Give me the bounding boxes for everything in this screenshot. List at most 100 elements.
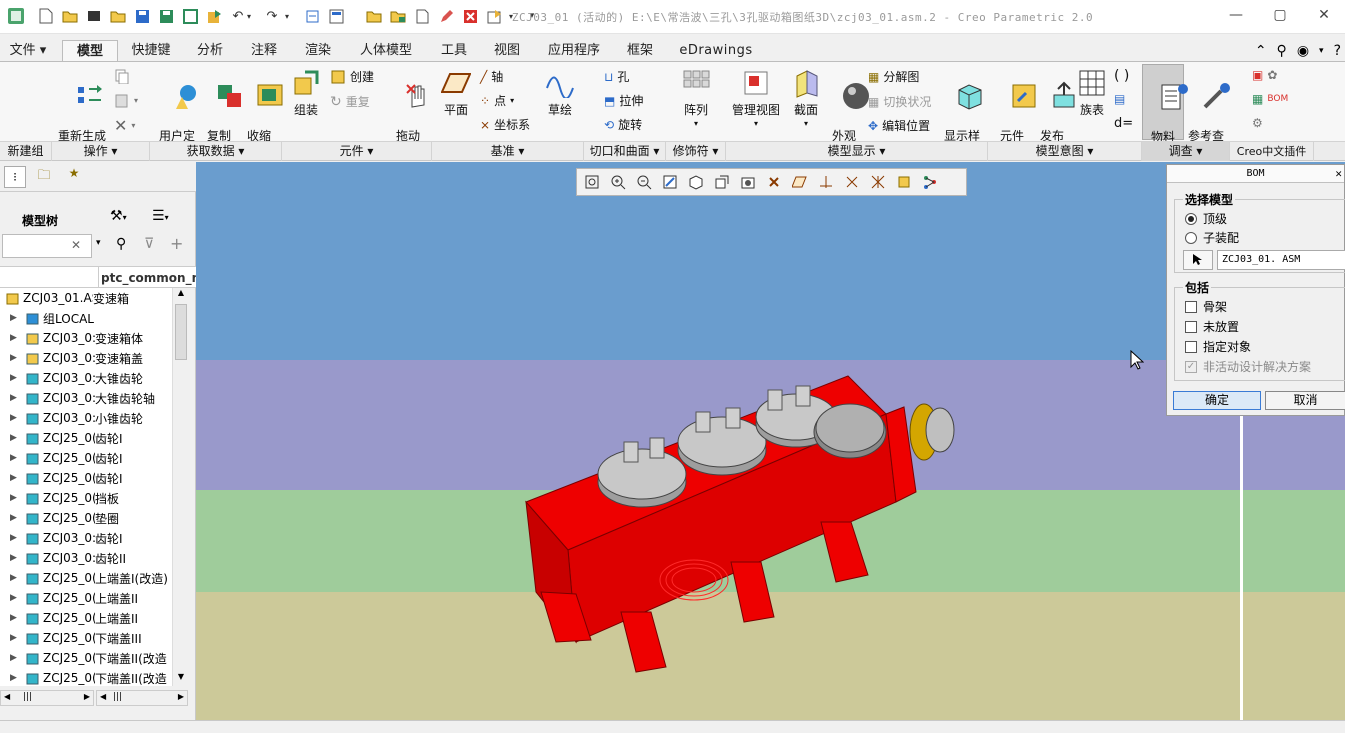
close-button[interactable]: ✕: [1302, 0, 1345, 30]
expand-arrow-icon[interactable]: ▶: [10, 333, 20, 343]
expand-arrow-icon[interactable]: ▶: [10, 673, 20, 683]
group-datum[interactable]: 基准 ▾: [432, 142, 584, 161]
help-icon[interactable]: ?: [1334, 43, 1341, 59]
community-icon[interactable]: ◉: [1297, 43, 1309, 59]
axis-button[interactable]: ╱ 轴: [480, 68, 503, 85]
expand-arrow-icon[interactable]: ▶: [10, 453, 20, 463]
model-name-field[interactable]: ZCJ03_01. ASM: [1217, 250, 1345, 270]
scroll-up-icon[interactable]: ▲: [173, 288, 189, 302]
zoom-in-icon[interactable]: [606, 171, 629, 193]
zoom-out-icon[interactable]: [632, 171, 655, 193]
toggle-status-button[interactable]: ▦ 切换状况: [868, 93, 931, 110]
column-header-common-name[interactable]: ptc_common_n: [98, 267, 196, 289]
switch-dimensions-button[interactable]: d=: [1114, 116, 1133, 131]
plugin-bom-icon[interactable]: ▦ BOM: [1252, 92, 1288, 106]
section-button[interactable]: 截面 ▾: [788, 68, 824, 130]
filter-icon[interactable]: ⊽: [144, 236, 154, 252]
expand-arrow-icon[interactable]: ▶: [10, 313, 20, 323]
manage-views-button[interactable]: 管理视图 ▾: [728, 68, 784, 130]
tree-row[interactable]: ▶ ZCJ03_0: 小锥齿轮: [0, 408, 172, 428]
saved-orientations-icon[interactable]: [710, 171, 733, 193]
view-manager-icon[interactable]: [736, 171, 759, 193]
tree-row[interactable]: ▶ ZCJ25_0(齿轮I: [0, 448, 172, 468]
tab-annotate[interactable]: 注释: [238, 40, 290, 62]
expand-arrow-icon[interactable]: ▶: [10, 573, 20, 583]
tree-row[interactable]: ▶ ZCJ03_0: 大锥齿轮轴: [0, 388, 172, 408]
group-component[interactable]: 元件 ▾: [282, 142, 432, 161]
tree-row[interactable]: ▶ ZCJ03_0: 大锥齿轮: [0, 368, 172, 388]
relations-button[interactable]: ( ): [1114, 68, 1129, 84]
tree-horizontal-scrollbar-right[interactable]: ◀ ||| ▶: [96, 690, 188, 706]
unplaced-checkbox-box[interactable]: [1185, 320, 1197, 333]
expand-arrow-icon[interactable]: ▶: [10, 513, 20, 523]
tree-settings-icon[interactable]: ⚒▾: [110, 208, 127, 224]
display-style-icon[interactable]: [684, 171, 707, 193]
pattern-button[interactable]: 阵列 ▾: [676, 68, 716, 130]
tree-row[interactable]: ▶ ZCJ25_0(下端盖II(改造: [0, 648, 172, 668]
tree-horizontal-scrollbar-left[interactable]: ◀ ||| ▶: [0, 690, 94, 706]
specified-objects-checkbox-box[interactable]: [1185, 340, 1197, 353]
clear-search-icon[interactable]: ✕: [71, 238, 81, 252]
skeleton-checkbox[interactable]: 骨架: [1185, 298, 1227, 315]
annotation-display-icon[interactable]: [866, 171, 889, 193]
expand-arrow-icon[interactable]: ▶: [10, 653, 20, 663]
repeat-button[interactable]: ↻ 重复: [330, 93, 370, 110]
family-table-button[interactable]: 族表: [1074, 68, 1110, 117]
spin-center-icon[interactable]: [892, 171, 915, 193]
tab-manikin[interactable]: 人体模型: [346, 40, 426, 62]
group-model-intent[interactable]: 模型意图 ▾: [988, 142, 1142, 161]
tab-file[interactable]: 文件 ▾: [0, 40, 56, 62]
expand-arrow-icon[interactable]: ▶: [10, 413, 20, 423]
tab-view[interactable]: 视图: [482, 40, 532, 62]
tab-applications[interactable]: 应用程序: [536, 40, 612, 62]
expand-arrow-icon[interactable]: ▶: [10, 533, 20, 543]
expand-arrow-icon[interactable]: ▶: [10, 493, 20, 503]
tab-framework[interactable]: 框架: [614, 40, 666, 62]
group-creo-plugin[interactable]: Creo中文插件: [1230, 142, 1314, 161]
expand-arrow-icon[interactable]: ▶: [10, 593, 20, 603]
expand-arrow-icon[interactable]: ▶: [10, 433, 20, 443]
sketch-button[interactable]: 草绘: [540, 68, 580, 117]
top-level-radio-button[interactable]: [1185, 212, 1197, 225]
inactive-design-checkbox[interactable]: ✓ 非活动设计解决方案: [1185, 358, 1311, 375]
tab-analysis[interactable]: 分析: [186, 40, 234, 62]
scroll-down-icon[interactable]: ▼: [173, 672, 189, 686]
maximize-button[interactable]: ▢: [1258, 0, 1302, 30]
scroll-thumb[interactable]: [175, 304, 187, 360]
tree-display-icon[interactable]: [918, 171, 941, 193]
subassembly-radio-button[interactable]: [1185, 231, 1197, 244]
inactive-design-checkbox-box[interactable]: ✓: [1185, 360, 1197, 373]
group-modifiers[interactable]: 修饰符 ▾: [666, 142, 726, 161]
bom-button[interactable]: 物料清单: [1142, 64, 1189, 157]
exploded-view-button[interactable]: ▦ 分解图: [868, 68, 919, 85]
point-button[interactable]: ⁘ 点 ▾: [480, 92, 514, 109]
plugin-icon-1[interactable]: ▣ ✿: [1252, 68, 1277, 82]
search-icon[interactable]: ⚲: [1277, 43, 1287, 59]
group-cuts-surfaces[interactable]: 切口和曲面 ▾: [584, 142, 666, 161]
paste-button[interactable]: ▾: [114, 92, 138, 108]
expand-arrow-icon[interactable]: ▶: [10, 553, 20, 563]
minimize-button[interactable]: —: [1214, 0, 1258, 30]
select-model-button[interactable]: [1183, 250, 1213, 270]
assemble-button[interactable]: 组装: [286, 68, 326, 117]
edit-position-button[interactable]: ✥ 编辑位置: [868, 117, 930, 134]
skeleton-checkbox-box[interactable]: [1185, 300, 1197, 313]
repaint-icon[interactable]: [658, 171, 681, 193]
find-icon[interactable]: ⚲: [116, 236, 126, 252]
delete-button[interactable]: ✕ ▾: [114, 116, 135, 135]
datum-axes-display-icon[interactable]: [788, 171, 811, 193]
create-button[interactable]: 创建: [330, 68, 374, 85]
tab-tools[interactable]: 工具: [430, 40, 478, 62]
tree-row[interactable]: ▶ ZCJ25_0(齿轮I: [0, 468, 172, 488]
dropdown-icon[interactable]: ▾: [1319, 46, 1324, 56]
plugin-gear-icon[interactable]: ⚙: [1252, 116, 1263, 130]
tree-row[interactable]: ▶ ZCJ03_0: 齿轮II: [0, 548, 172, 568]
group-model-display[interactable]: 模型显示 ▾: [726, 142, 988, 161]
top-level-radio[interactable]: 顶级: [1185, 210, 1227, 227]
tree-row[interactable]: ▶ ZCJ25_0(下端盖III: [0, 628, 172, 648]
tree-row[interactable]: ▶ ZCJ25_0(上端盖II: [0, 588, 172, 608]
unplaced-checkbox[interactable]: 未放置: [1185, 318, 1239, 335]
favorites-tab-icon[interactable]: ★: [62, 166, 86, 188]
tree-root[interactable]: ZCJ03_01.AS 变速箱: [0, 288, 172, 308]
folder-browser-tab-icon[interactable]: 🗀: [32, 166, 56, 188]
